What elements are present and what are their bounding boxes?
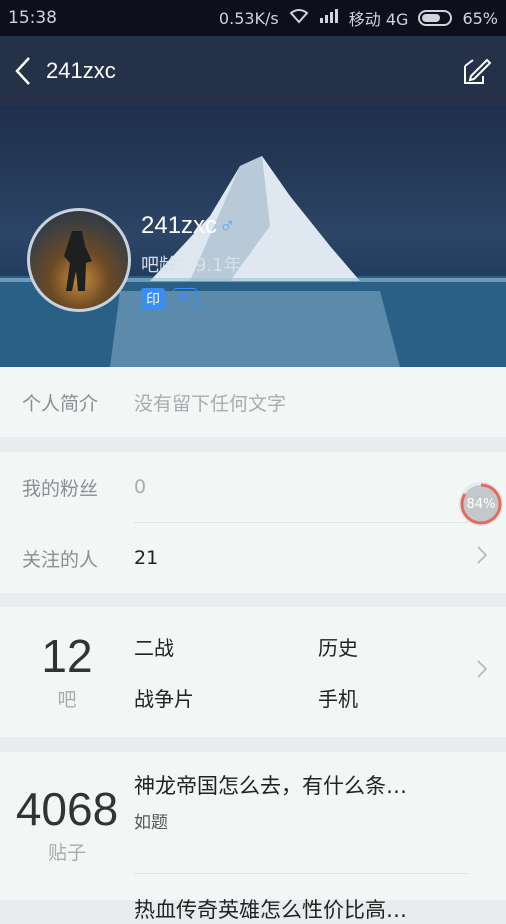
posts-section: 4068 贴子 神龙帝国怎么去，有什么条… 如题 热血传奇英雄怎么性价比高… bbox=[0, 752, 506, 922]
social-section: 我的粉丝 0 关注的人 21 bbox=[0, 452, 506, 593]
profile-header: 241zxc♂ 吧龄：9.1年 印 ✉ bbox=[0, 106, 506, 367]
bio-value: 没有留下任何文字 bbox=[134, 392, 287, 415]
bio-section: 个人简介 没有留下任何文字 bbox=[0, 367, 506, 437]
profile-username: 241zxc♂ bbox=[141, 212, 236, 240]
fans-value: 0 bbox=[134, 476, 147, 498]
chevron-right-icon bbox=[476, 545, 488, 571]
bars-count: 12 bbox=[41, 629, 93, 682]
progress-badge[interactable]: 84% bbox=[459, 482, 503, 526]
badge-list: 印 ✉ bbox=[141, 288, 197, 310]
status-bar: 15:38 0.53K/s 移动 4G 65% bbox=[0, 0, 506, 36]
wifi-icon bbox=[289, 8, 309, 28]
bars-row: 12 吧 二战 历史 战争片 手机 bbox=[0, 607, 506, 737]
list-item[interactable]: 神龙帝国怎么去，有什么条… 如题 bbox=[134, 770, 468, 873]
male-icon: ♂ bbox=[219, 213, 236, 238]
seal-badge-icon[interactable]: 印 bbox=[141, 288, 165, 310]
posts-unit: 贴子 bbox=[47, 842, 86, 864]
post-subtitle: 如题 bbox=[134, 813, 168, 833]
bar-tags: 二战 历史 战争片 手机 bbox=[134, 632, 468, 712]
progress-percent: 84% bbox=[466, 496, 496, 512]
net-speed: 0.53K/s bbox=[218, 8, 279, 28]
bar-tag: 历史 bbox=[318, 636, 358, 660]
bio-label: 个人简介 bbox=[22, 392, 99, 415]
bar-tag: 二战 bbox=[134, 636, 174, 660]
status-right: 0.53K/s 移动 4G 65% bbox=[219, 6, 498, 30]
mail-badge-icon[interactable]: ✉ bbox=[173, 288, 197, 310]
page-title: 241zxc bbox=[46, 58, 116, 83]
following-label: 关注的人 bbox=[22, 548, 99, 571]
bar-age: 吧龄：9.1年 bbox=[141, 255, 242, 276]
fans-row[interactable]: 我的粉丝 0 bbox=[0, 452, 506, 522]
bar-tag: 战争片 bbox=[134, 687, 194, 711]
post-title: 热血传奇英雄怎么性价比高… bbox=[134, 898, 407, 922]
battery-percent: 65% bbox=[462, 8, 498, 28]
username-text: 241zxc bbox=[141, 212, 218, 239]
following-row[interactable]: 关注的人 21 bbox=[0, 523, 506, 593]
bars-count-block: 12 吧 bbox=[0, 633, 134, 712]
list-item[interactable]: 热血传奇英雄怎么性价比高… bbox=[134, 874, 468, 924]
bio-row: 个人简介 没有留下任何文字 bbox=[0, 367, 506, 437]
bars-unit: 吧 bbox=[57, 688, 77, 711]
posts-row: 4068 贴子 神龙帝国怎么去，有什么条… 如题 热血传奇英雄怎么性价比高… bbox=[0, 752, 506, 924]
following-value: 21 bbox=[134, 547, 159, 569]
posts-count: 4068 bbox=[15, 783, 119, 835]
signal-icon bbox=[319, 8, 339, 28]
bars-section[interactable]: 12 吧 二战 历史 战争片 手机 bbox=[0, 607, 506, 737]
post-title: 神龙帝国怎么去，有什么条… bbox=[134, 774, 407, 798]
chevron-right-icon bbox=[476, 659, 488, 685]
edit-share-icon[interactable] bbox=[446, 36, 506, 106]
chevron-left-icon[interactable] bbox=[0, 36, 46, 106]
fans-label: 我的粉丝 bbox=[22, 477, 99, 500]
carrier: 移动 4G bbox=[348, 10, 409, 29]
posts-count-block: 4068 贴子 bbox=[0, 752, 134, 924]
top-nav-bar: 241zxc bbox=[0, 36, 506, 106]
status-time: 15:38 bbox=[8, 8, 57, 28]
battery-icon bbox=[418, 10, 453, 26]
avatar[interactable] bbox=[27, 208, 131, 312]
post-list: 神龙帝国怎么去，有什么条… 如题 热血传奇英雄怎么性价比高… bbox=[134, 752, 468, 924]
bar-tag: 手机 bbox=[318, 687, 358, 711]
